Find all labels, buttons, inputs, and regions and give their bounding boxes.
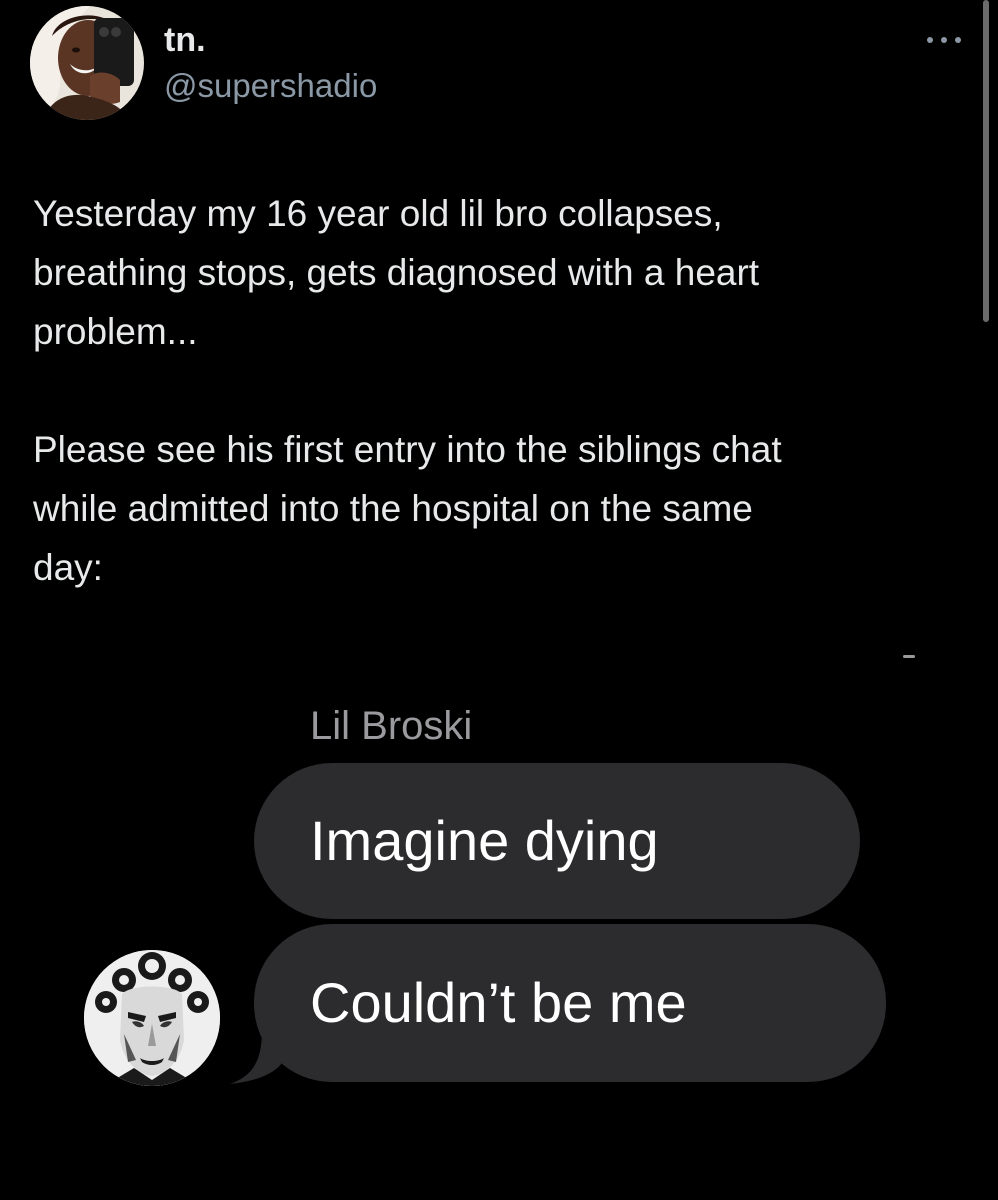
- tweet-paragraph-1: Yesterday my 16 year old lil bro collaps…: [33, 193, 760, 352]
- tweet-text: Yesterday my 16 year old lil bro collaps…: [33, 184, 953, 597]
- author-display-name[interactable]: tn.: [164, 20, 206, 61]
- chat-message-text: Imagine dying: [310, 809, 659, 872]
- chat-message-text: Couldn’t be me: [310, 971, 687, 1034]
- manga-character-avatar-icon: [84, 950, 220, 1086]
- scrollbar[interactable]: [983, 0, 989, 322]
- chat-message-bubble: Imagine dying: [254, 763, 860, 919]
- chat-sender-avatar: [84, 950, 220, 1086]
- chat-message-bubble: Couldn’t be me: [254, 924, 886, 1082]
- more-options-button[interactable]: [920, 22, 968, 58]
- image-edge-mark: [903, 655, 915, 658]
- chat-sender-name: Lil Broski: [310, 704, 473, 748]
- more-options-icon: [927, 37, 961, 43]
- author-handle[interactable]: @supershadio: [164, 66, 377, 106]
- profile-photo-icon: [30, 6, 144, 120]
- author-avatar[interactable]: [30, 6, 144, 120]
- tweet-paragraph-2: Please see his first entry into the sibl…: [33, 429, 782, 588]
